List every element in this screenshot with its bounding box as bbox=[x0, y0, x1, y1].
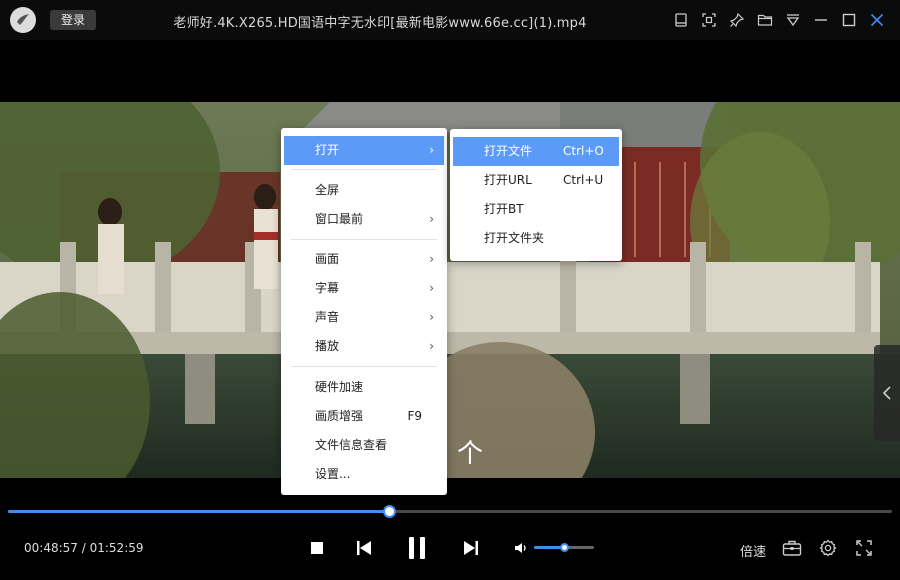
skip-forward-icon bbox=[464, 541, 478, 555]
menu-item-playback[interactable]: 播放 › bbox=[284, 332, 444, 361]
menu-item-always-on-top[interactable]: 窗口最前 › bbox=[284, 205, 444, 234]
menu-item-hardware-accel[interactable]: 硬件加速 bbox=[284, 373, 444, 402]
time-separator: / bbox=[81, 541, 86, 555]
chevron-right-icon: › bbox=[429, 310, 434, 324]
menu-item-label: 播放 bbox=[315, 339, 340, 353]
menu-divider bbox=[291, 169, 437, 170]
menu-item-label: 声音 bbox=[315, 310, 340, 324]
title-bar: 登录 老师好.4K.X265.HD国语中字无水印[最新电影www.66e.cc]… bbox=[0, 0, 900, 40]
skip-back-icon bbox=[357, 541, 371, 555]
pin-icon[interactable] bbox=[728, 11, 746, 29]
screenshot-icon[interactable] bbox=[700, 11, 718, 29]
submenu-item-open-folder[interactable]: 打开文件夹 bbox=[453, 224, 619, 253]
chevron-right-icon: › bbox=[429, 339, 434, 353]
menu-item-settings[interactable]: 设置... bbox=[284, 460, 444, 489]
stop-icon bbox=[311, 542, 323, 554]
progress-handle[interactable] bbox=[383, 505, 396, 518]
cursor-glyph: 个 bbox=[457, 439, 484, 469]
menu-item-label: 全屏 bbox=[315, 183, 340, 197]
fullscreen-button[interactable] bbox=[853, 532, 875, 564]
submenu-item-label: 打开文件 bbox=[484, 144, 533, 158]
login-button[interactable]: 登录 bbox=[50, 10, 96, 30]
menu-icon[interactable] bbox=[784, 11, 802, 29]
menu-item-open[interactable]: 打开 › bbox=[284, 136, 444, 165]
pause-icon bbox=[409, 537, 425, 559]
progress-bar[interactable] bbox=[8, 505, 892, 518]
open-submenu: 打开文件 Ctrl+O 打开URL Ctrl+U 打开BT 打开文件夹 bbox=[450, 129, 622, 261]
submenu-item-open-bt[interactable]: 打开BT bbox=[453, 195, 619, 224]
fullscreen-icon bbox=[856, 540, 872, 556]
chevron-right-icon: › bbox=[429, 212, 434, 226]
menu-item-file-info[interactable]: 文件信息查看 bbox=[284, 431, 444, 460]
menu-item-label: 设置... bbox=[315, 467, 351, 481]
gear-icon bbox=[819, 539, 837, 557]
chevron-right-icon: › bbox=[429, 281, 434, 295]
menu-item-label: 画质增强 bbox=[315, 409, 364, 423]
menu-item-label: 打开 bbox=[315, 143, 340, 157]
menu-divider bbox=[291, 366, 437, 367]
menu-item-fullscreen[interactable]: 全屏 bbox=[284, 176, 444, 205]
menu-item-enhance[interactable]: 画质增强 F9 bbox=[284, 402, 444, 431]
side-panel-toggle[interactable] bbox=[874, 345, 900, 441]
total-time: 01:52:59 bbox=[89, 541, 144, 555]
toolbox-button[interactable] bbox=[781, 532, 803, 564]
toolbox-icon bbox=[782, 540, 802, 556]
submenu-item-open-file[interactable]: 打开文件 Ctrl+O bbox=[453, 137, 619, 166]
current-time: 00:48:57 bbox=[24, 541, 78, 555]
volume-button[interactable] bbox=[512, 532, 530, 564]
time-display: 00:48:57 / 01:52:59 bbox=[24, 541, 144, 555]
chevron-right-icon: › bbox=[429, 252, 434, 266]
volume-slider[interactable] bbox=[534, 543, 594, 552]
maximize-icon[interactable] bbox=[840, 11, 858, 29]
titlebar-controls bbox=[672, 11, 886, 29]
submenu-item-label: 打开BT bbox=[484, 202, 524, 216]
submenu-item-label: 打开URL bbox=[484, 173, 532, 187]
submenu-item-shortcut: Ctrl+U bbox=[563, 173, 604, 187]
progress-fill bbox=[8, 510, 389, 513]
submenu-item-open-url[interactable]: 打开URL Ctrl+U bbox=[453, 166, 619, 195]
minimize-icon[interactable] bbox=[812, 11, 830, 29]
speed-button[interactable]: 倍速 bbox=[740, 541, 766, 560]
menu-item-label: 文件信息查看 bbox=[315, 438, 388, 452]
context-menu: 打开 › 全屏 窗口最前 › 画面 › 字幕 › 声音 › 播放 › 硬件加速 … bbox=[281, 128, 447, 495]
mini-mode-icon[interactable] bbox=[672, 11, 690, 29]
submenu-item-label: 打开文件夹 bbox=[484, 231, 545, 245]
menu-item-label: 字幕 bbox=[315, 281, 340, 295]
menu-item-subtitle[interactable]: 字幕 › bbox=[284, 274, 444, 303]
menu-item-label: 画面 bbox=[315, 252, 340, 266]
menu-item-label: 窗口最前 bbox=[315, 212, 364, 226]
menu-item-shortcut: F9 bbox=[407, 409, 422, 423]
speaker-icon bbox=[515, 543, 526, 553]
close-icon[interactable] bbox=[868, 11, 886, 29]
submenu-item-shortcut: Ctrl+O bbox=[563, 144, 604, 158]
menu-item-audio[interactable]: 声音 › bbox=[284, 303, 444, 332]
previous-button[interactable] bbox=[352, 532, 376, 564]
window-title: 老师好.4K.X265.HD国语中字无水印[最新电影www.66e.cc](1)… bbox=[173, 16, 587, 31]
settings-button[interactable] bbox=[817, 532, 839, 564]
chevron-left-icon bbox=[882, 386, 891, 400]
folder-icon[interactable] bbox=[756, 11, 774, 29]
app-logo-icon[interactable] bbox=[10, 7, 36, 33]
chevron-right-icon: › bbox=[429, 143, 434, 157]
menu-item-label: 硬件加速 bbox=[315, 380, 364, 394]
pause-button[interactable] bbox=[402, 532, 432, 564]
volume-handle[interactable] bbox=[560, 543, 569, 552]
stop-button[interactable] bbox=[305, 532, 329, 564]
menu-item-picture[interactable]: 画面 › bbox=[284, 245, 444, 274]
next-button[interactable] bbox=[459, 532, 483, 564]
menu-divider bbox=[291, 239, 437, 240]
